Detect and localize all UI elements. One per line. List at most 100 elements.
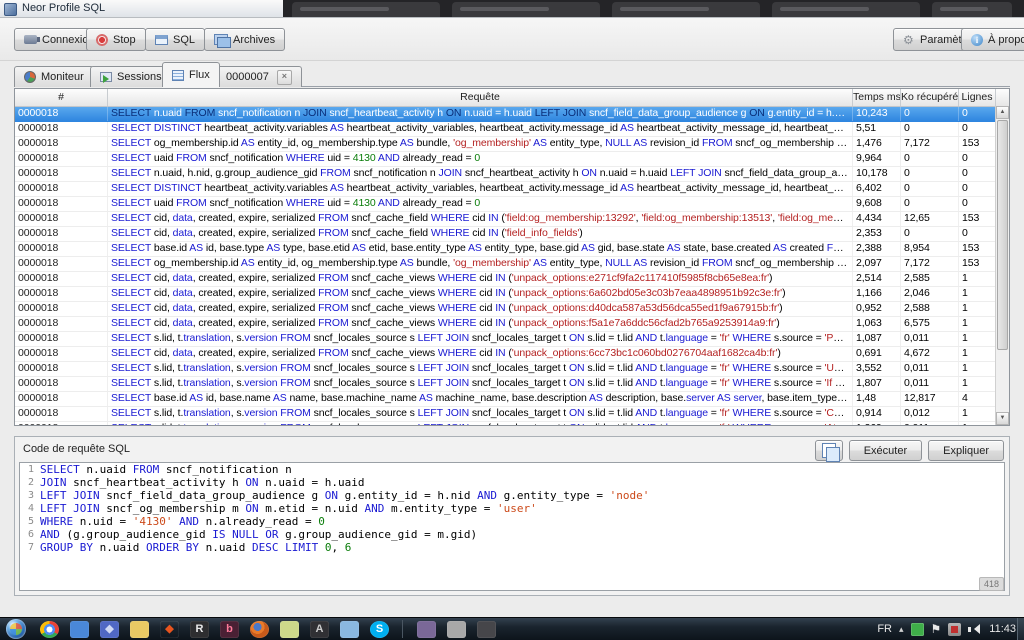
lignes-cell: 1: [959, 377, 996, 391]
vertical-scrollbar[interactable]: ▲ ▼: [995, 106, 1009, 425]
temps-cell: 10,243: [853, 107, 901, 121]
query-cell: SELECT s.lid, t.translation, s.version F…: [108, 332, 853, 346]
table-row[interactable]: 0000018SELECT cid, data, created, expire…: [15, 227, 1009, 242]
scroll-up-icon[interactable]: ▲: [996, 106, 1009, 119]
query-id-cell: 0000018: [15, 122, 108, 136]
app-icon: [4, 3, 17, 16]
chrome-icon[interactable]: [40, 621, 59, 638]
table-row[interactable]: 0000018SELECT n.uaid FROM sncf_notificat…: [15, 107, 1009, 122]
table-row[interactable]: 0000018SELECT cid, data, created, expire…: [15, 287, 1009, 302]
archives-button[interactable]: Archives: [204, 28, 285, 51]
query-id-cell: 0000018: [15, 257, 108, 271]
tab-moniteur[interactable]: Moniteur: [14, 66, 94, 87]
table-row[interactable]: 0000018SELECT base.id AS id, base.type A…: [15, 242, 1009, 257]
scrollbar-thumb[interactable]: [997, 120, 1008, 350]
copy-button[interactable]: [815, 440, 843, 461]
table-row[interactable]: 0000018SELECT cid, data, created, expire…: [15, 317, 1009, 332]
clock[interactable]: 11:43: [989, 623, 1016, 635]
lignes-cell: 153: [959, 242, 996, 256]
temps-cell: 2,514: [853, 272, 901, 286]
sql-button[interactable]: SQL: [145, 28, 205, 51]
messenger-app-icon[interactable]: [340, 621, 359, 638]
lignes-cell: 1: [959, 422, 996, 426]
temps-cell: 1,063: [853, 317, 901, 331]
table-row[interactable]: 0000018SELECT cid, data, created, expire…: [15, 347, 1009, 362]
tab-sessions[interactable]: Sessions: [90, 66, 172, 87]
background-browser-tab[interactable]: [772, 2, 920, 17]
table-row[interactable]: 0000018SELECT cid, data, created, expire…: [15, 212, 1009, 227]
gray-app-icon[interactable]: [447, 621, 466, 638]
notes-app-icon[interactable]: [280, 621, 299, 638]
lignes-cell: 0: [959, 152, 996, 166]
temps-cell: 0,914: [853, 407, 901, 421]
firefox-icon[interactable]: [250, 621, 269, 638]
background-browser-tab[interactable]: [612, 2, 760, 17]
column-header-ko[interactable]: Ko récupérés: [901, 89, 959, 106]
volume-icon[interactable]: [968, 623, 982, 636]
table-row[interactable]: 0000018SELECT n.uaid, h.nid, g.group_aud…: [15, 167, 1009, 182]
b-app-icon[interactable]: b: [220, 621, 239, 638]
window-title: Neor Profile SQL: [22, 2, 105, 14]
query-cell: SELECT cid, data, created, expire, seria…: [108, 302, 853, 316]
column-header-number[interactable]: #: [15, 89, 108, 106]
ko-cell: 0: [901, 167, 959, 181]
dark-app-icon[interactable]: [477, 621, 496, 638]
background-browser-tab[interactable]: [932, 2, 1012, 17]
a-propos-button[interactable]: i À propos: [961, 28, 1024, 51]
sessions-icon: [100, 72, 112, 82]
show-desktop-button[interactable]: [1017, 618, 1024, 640]
table-row[interactable]: 0000018SELECT base.id AS id, base.name A…: [15, 392, 1009, 407]
tab-flux[interactable]: Flux: [162, 62, 220, 87]
blue-sphere-icon[interactable]: [70, 621, 89, 638]
table-row[interactable]: 0000018SELECT DISTINCT heartbeat_activit…: [15, 122, 1009, 137]
background-browser-tab[interactable]: [452, 2, 600, 17]
query-cell: SELECT s.lid, t.translation, s.version F…: [108, 422, 853, 426]
table-row[interactable]: 0000018SELECT s.lid, t.translation, s.ve…: [15, 407, 1009, 422]
column-header-lignes[interactable]: Lignes: [959, 89, 996, 106]
panel-title: Code de requête SQL: [23, 443, 130, 455]
stop-button[interactable]: Stop: [86, 28, 146, 51]
flag-icon[interactable]: ⚑: [931, 623, 942, 636]
taskbar: ◆ ◆ Rb A S FR ▴ ⚑ 11:43: [0, 617, 1024, 640]
temps-cell: 1,48: [853, 392, 901, 406]
query-cell: SELECT DISTINCT heartbeat_activity.varia…: [108, 182, 853, 196]
table-row[interactable]: 0000018SELECT cid, data, created, expire…: [15, 302, 1009, 317]
table-row[interactable]: 0000018SELECT uaid FROM sncf_notificatio…: [15, 152, 1009, 167]
quicklaunch-diamond-icon[interactable]: ◆: [160, 621, 179, 638]
table-row[interactable]: 0000018SELECT s.lid, t.translation, s.ve…: [15, 362, 1009, 377]
blue-cube-icon[interactable]: ◆: [100, 621, 119, 638]
green-app-icon[interactable]: [911, 623, 924, 636]
purple-app-icon[interactable]: [417, 621, 436, 638]
background-browser-tab[interactable]: [292, 2, 440, 17]
temps-cell: 2,388: [853, 242, 901, 256]
table-row[interactable]: 0000018SELECT uaid FROM sncf_notificatio…: [15, 197, 1009, 212]
scroll-down-icon[interactable]: ▼: [996, 412, 1009, 425]
executer-button[interactable]: Exécuter: [849, 440, 922, 461]
table-row[interactable]: 0000018SELECT cid, data, created, expire…: [15, 272, 1009, 287]
tab-0000007[interactable]: 0000007 ×: [216, 66, 302, 87]
explorer-icon[interactable]: [130, 621, 149, 638]
hidden-icons-chevron[interactable]: ▴: [899, 624, 904, 635]
query-cell: SELECT og_membership.id AS entity_id, og…: [108, 257, 853, 271]
table-row[interactable]: 0000018SELECT s.lid, t.translation, s.ve…: [15, 332, 1009, 347]
sql-code-editor[interactable]: 1SELECT n.uaid FROM sncf_notification n2…: [19, 462, 1005, 591]
table-row[interactable]: 0000018SELECT s.lid, t.translation, s.ve…: [15, 377, 1009, 392]
column-header-requete[interactable]: Requête: [108, 89, 853, 106]
table-row[interactable]: 0000018SELECT DISTINCT heartbeat_activit…: [15, 182, 1009, 197]
language-indicator[interactable]: FR: [877, 623, 892, 635]
expliquer-button[interactable]: Expliquer: [928, 440, 1004, 461]
temps-cell: 1,166: [853, 287, 901, 301]
table-row[interactable]: 0000018SELECT s.lid, t.translation, s.ve…: [15, 422, 1009, 426]
close-icon[interactable]: ×: [277, 70, 292, 85]
table-row[interactable]: 0000018SELECT og_membership.id AS entity…: [15, 137, 1009, 152]
skype-icon[interactable]: S: [370, 621, 389, 638]
temps-cell: 2,353: [853, 227, 901, 241]
security-icon[interactable]: [948, 623, 961, 636]
query-id-cell: 0000018: [15, 182, 108, 196]
r-app-icon[interactable]: R: [190, 621, 209, 638]
ko-cell: 0: [901, 227, 959, 241]
table-row[interactable]: 0000018SELECT og_membership.id AS entity…: [15, 257, 1009, 272]
column-header-temps[interactable]: Temps ms: [853, 89, 901, 106]
start-button[interactable]: [6, 619, 26, 639]
a-app-icon[interactable]: A: [310, 621, 329, 638]
